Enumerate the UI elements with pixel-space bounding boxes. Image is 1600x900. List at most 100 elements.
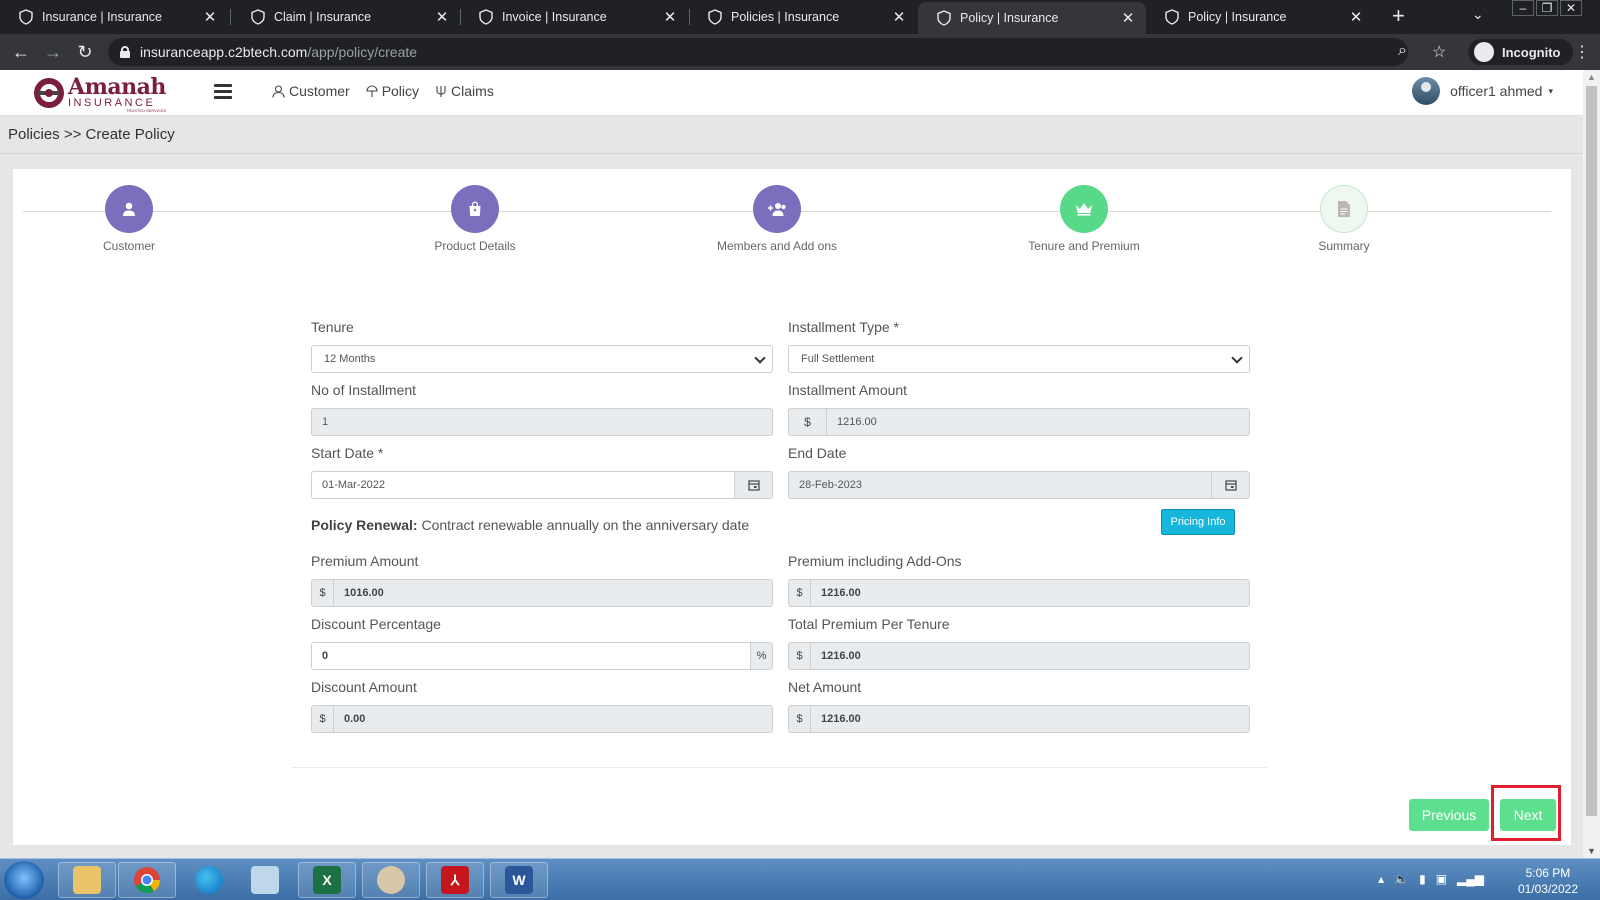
step-label: Tenure and Premium (1028, 239, 1140, 253)
shield-icon (250, 9, 266, 25)
bookmark-star-icon[interactable]: ☆ (1432, 42, 1446, 62)
close-window-icon[interactable]: ✕ (1560, 0, 1582, 16)
volume-muted-icon[interactable]: 🔈 (1394, 872, 1409, 886)
address-bar[interactable]: insuranceapp.c2btech.com /app/policy/cre… (108, 38, 1408, 66)
discount-percentage-group: 0 % (311, 642, 773, 670)
discount-amount-field: Discount Amount $ 0.00 (311, 679, 773, 733)
taskbar-acrobat[interactable]: ⅄ (426, 862, 484, 898)
premium-addons-group: $ 1216.00 (788, 579, 1250, 607)
pricing-info-button[interactable]: Pricing Info (1161, 509, 1235, 535)
close-icon[interactable]: ✕ (1120, 9, 1136, 27)
calendar-icon[interactable] (735, 471, 773, 499)
tab-separator (230, 9, 231, 25)
currency-addon: $ (788, 705, 810, 733)
user-icon (272, 84, 285, 98)
main-nav: Customer Policy Claims (272, 83, 494, 99)
restore-icon[interactable]: ❐ (1536, 0, 1558, 16)
new-tab-icon[interactable]: + (1392, 5, 1405, 27)
renewal-title: Policy Renewal: (311, 517, 418, 533)
close-icon[interactable]: ✕ (662, 8, 678, 26)
chevron-down-icon[interactable]: ⌄ (1472, 6, 1484, 23)
tab-title: Policy | Insurance (1188, 10, 1287, 24)
shield-icon (478, 9, 494, 25)
browser-menu-icon[interactable]: ⋮ (1574, 42, 1590, 62)
minimize-icon[interactable]: – (1512, 0, 1534, 16)
reload-icon[interactable]: ↻ (74, 41, 96, 63)
step-circle (1320, 185, 1368, 233)
shield-icon (1164, 9, 1180, 25)
no-installment-input: 1 (311, 408, 773, 436)
currency-addon: $ (311, 579, 333, 607)
forward-icon[interactable]: → (42, 41, 64, 63)
taskbar-explorer[interactable] (58, 862, 116, 898)
menu-toggle-icon[interactable] (214, 84, 232, 99)
close-icon[interactable]: ✕ (434, 8, 450, 26)
installment-type-select[interactable]: Full Settlement (788, 345, 1250, 373)
field-label: Tenure (311, 319, 354, 335)
page-scrollbar[interactable]: ▲ ▼ (1583, 70, 1600, 858)
zoom-icon[interactable]: ⌕ (1398, 42, 1407, 60)
discount-percentage-input[interactable]: 0 (311, 642, 751, 670)
installment-amount-input: 1216.00 (826, 408, 1250, 436)
installment-amount-field: Installment Amount $ 1216.00 (788, 382, 1250, 436)
taskbar-notepad[interactable] (236, 862, 294, 898)
close-icon[interactable]: ✕ (891, 8, 907, 26)
start-button[interactable] (4, 861, 44, 899)
step-tenure-premium[interactable]: Tenure and Premium (1004, 185, 1164, 253)
browser-toolbar: ← → ↻ insuranceapp.c2btech.com /app/poli… (0, 34, 1600, 70)
taskbar-excel[interactable]: X (298, 862, 356, 898)
taskbar-paint[interactable] (362, 862, 420, 898)
caret-down-icon: ▾ (1548, 85, 1553, 96)
taskbar-chrome[interactable] (118, 862, 176, 898)
close-icon[interactable]: ✕ (1348, 8, 1364, 26)
word-icon: W (505, 866, 533, 894)
nav-item-claims[interactable]: Claims (435, 83, 494, 99)
currency-addon: $ (788, 642, 810, 670)
taskbar-edge[interactable] (180, 862, 238, 898)
currency-addon: $ (788, 579, 810, 607)
app-header: Amanah INSURANCE TRUSTED SERVICES Custom… (0, 70, 1583, 116)
tray-expand-icon[interactable]: ▴ (1378, 872, 1384, 886)
battery-icon[interactable]: ▮ (1419, 872, 1426, 886)
close-icon[interactable]: ✕ (202, 8, 218, 26)
browser-tab[interactable]: Insurance | Insurance ✕ (0, 0, 228, 34)
company-logo[interactable]: Amanah INSURANCE TRUSTED SERVICES (32, 73, 172, 113)
back-icon[interactable]: ← (10, 41, 32, 63)
tenure-field: Tenure 12 Months (311, 319, 773, 373)
scrollbar-thumb[interactable] (1586, 86, 1597, 816)
system-tray: ▴ 🔈 ▮ ▣ ▂▄▆ (1378, 872, 1484, 886)
tenure-select[interactable]: 12 Months (311, 345, 773, 373)
nav-item-customer[interactable]: Customer (272, 83, 350, 99)
currency-addon: $ (311, 705, 333, 733)
taskbar-word[interactable]: W (490, 862, 548, 898)
scroll-down-icon[interactable]: ▼ (1587, 846, 1596, 856)
acrobat-icon: ⅄ (441, 866, 469, 894)
step-members-addons[interactable]: Members and Add ons (697, 185, 857, 253)
taskbar-clock[interactable]: 5:06 PM 01/03/2022 (1518, 865, 1578, 897)
start-date-input[interactable]: 01-Mar-2022 (311, 471, 735, 499)
signal-icon[interactable]: ▂▄▆ (1457, 872, 1484, 886)
field-label: End Date (788, 445, 847, 461)
browser-tab[interactable]: Claim | Insurance ✕ (232, 0, 460, 34)
nav-item-policy[interactable]: Policy (366, 83, 419, 99)
network-error-icon[interactable]: ▣ (1436, 872, 1447, 886)
previous-button[interactable]: Previous (1409, 799, 1489, 831)
step-circle (1060, 185, 1108, 233)
browser-tab[interactable]: Policies | Insurance ✕ (689, 0, 917, 34)
incognito-badge[interactable]: Incognito (1468, 39, 1573, 65)
user-menu[interactable]: officer1 ahmed ▾ (1412, 77, 1553, 105)
incognito-icon (1474, 42, 1494, 62)
scroll-up-icon[interactable]: ▲ (1587, 72, 1596, 82)
discount-amount-group: $ 0.00 (311, 705, 773, 733)
calendar-icon[interactable] (1212, 471, 1250, 499)
step-summary[interactable]: Summary (1264, 185, 1424, 253)
step-customer[interactable]: Customer (49, 185, 209, 253)
browser-tab[interactable]: Invoice | Insurance ✕ (460, 0, 688, 34)
notepad-icon (251, 866, 279, 894)
browser-tab-active[interactable]: Policy | Insurance ✕ (918, 2, 1146, 34)
chrome-icon (134, 867, 161, 894)
step-product-details[interactable]: Product Details (395, 185, 555, 253)
browser-tab[interactable]: Policy | Insurance ✕ (1146, 0, 1374, 34)
nav-label: Customer (289, 83, 350, 99)
url-path: /app/policy/create (307, 44, 418, 60)
